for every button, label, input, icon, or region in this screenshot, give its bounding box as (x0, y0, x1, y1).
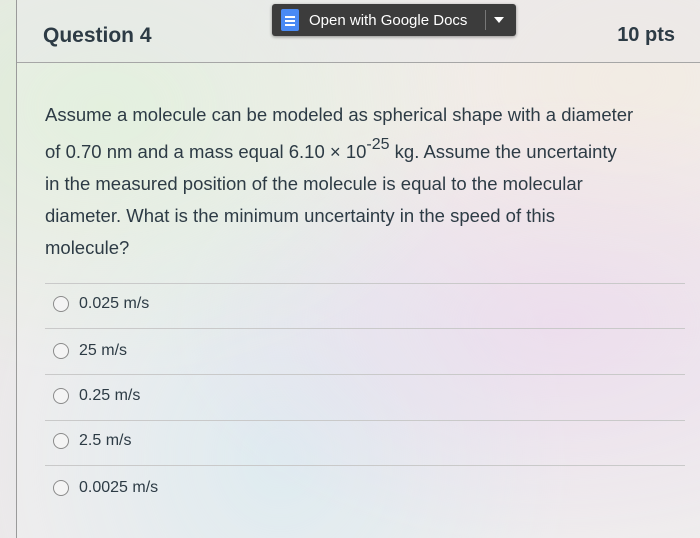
question-card: Question 4 10 pts Open with Google Docs … (16, 0, 700, 538)
answer-option[interactable]: 2.5 m/s (53, 421, 673, 461)
open-with-google-docs-label: Open with Google Docs (309, 11, 468, 29)
answer-label: 2.5 m/s (79, 432, 132, 449)
question-line-part: of 0.70 nm and a mass equal 6.10 × 10 (45, 141, 367, 163)
question-text: Assume a molecule can be modeled as sphe… (45, 99, 675, 264)
answer-divider (45, 374, 685, 375)
question-line-part: kg. Assume the uncertainty (389, 141, 617, 163)
question-title: Question 4 (43, 24, 152, 47)
answer-option[interactable]: 0.25 m/s (53, 376, 673, 416)
question-line: molecule? (45, 237, 130, 259)
answer-option[interactable]: 25 m/s (53, 331, 673, 371)
radio-button[interactable] (53, 388, 69, 404)
answer-divider (45, 328, 685, 329)
answer-option[interactable]: 0.025 m/s (53, 284, 673, 324)
open-with-google-docs-button[interactable]: Open with Google Docs (272, 4, 516, 36)
points-label: 10 pts (617, 24, 675, 46)
question-line: of 0.70 nm and a mass equal 6.10 × 10-25… (45, 131, 675, 168)
answer-label: 25 m/s (79, 342, 128, 359)
radio-button[interactable] (53, 433, 69, 449)
question-line: Assume a molecule can be modeled as sphe… (45, 104, 634, 125)
radio-button[interactable] (53, 343, 69, 359)
google-docs-icon (281, 9, 299, 31)
answer-divider (45, 465, 685, 466)
question-line: diameter. What is the minimum uncertaint… (45, 205, 556, 227)
answer-label: 0.025 m/s (79, 295, 150, 312)
button-divider (485, 10, 486, 30)
answer-option[interactable]: 0.0025 m/s (53, 468, 673, 508)
radio-button[interactable] (53, 296, 69, 312)
question-line: in the measured position of the molecule… (45, 173, 583, 195)
radio-button[interactable] (53, 480, 69, 496)
chevron-down-icon[interactable] (494, 17, 504, 23)
exponent: -25 (366, 136, 390, 153)
answer-label: 0.25 m/s (79, 387, 141, 404)
answer-label: 0.0025 m/s (79, 479, 159, 496)
